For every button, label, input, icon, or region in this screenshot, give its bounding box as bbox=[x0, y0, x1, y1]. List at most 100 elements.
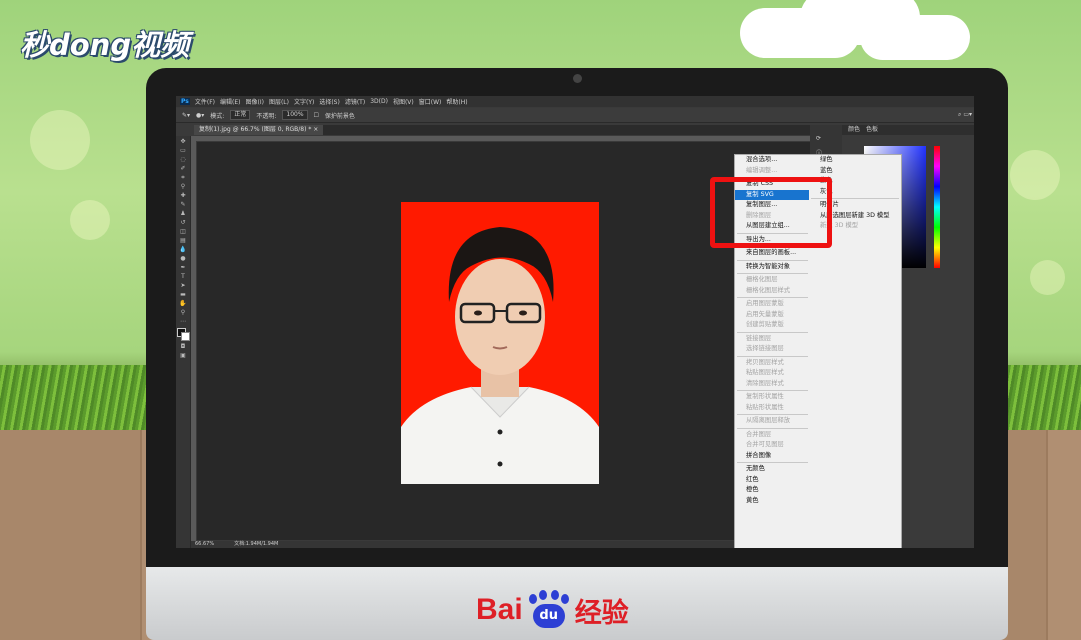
context-menu-item: 从隔离图层释放 bbox=[746, 417, 791, 424]
watermark-logo: 秒dong视频 bbox=[20, 28, 190, 62]
menu-separator bbox=[737, 414, 808, 415]
context-menu-item: 链接图层 bbox=[746, 334, 772, 342]
protect-label: 保护前景色 bbox=[324, 112, 355, 120]
context-menu-item: 创建剪贴蒙版 bbox=[746, 321, 784, 328]
menu-separator bbox=[737, 462, 808, 463]
document-size: 文档:1.94M/1.94M bbox=[234, 541, 279, 547]
menu-separator bbox=[737, 297, 808, 298]
menu-item[interactable]: 窗口(W) bbox=[419, 97, 442, 106]
quick-mask-icon[interactable]: ◘ bbox=[179, 343, 187, 350]
zoom-level[interactable]: 66.67% bbox=[195, 541, 214, 548]
context-menu-item: 启用图层蒙版 bbox=[746, 300, 784, 307]
logo-text-bai: Bai bbox=[476, 593, 523, 626]
logo-text-du: du bbox=[532, 604, 565, 628]
context-menu-item: 栅格化图层 bbox=[746, 276, 778, 283]
menu-separator bbox=[737, 259, 808, 261]
menu-separator bbox=[737, 273, 808, 274]
webcam bbox=[573, 74, 582, 83]
context-menu-item: 清除图层样式 bbox=[746, 379, 784, 387]
menu-item[interactable]: 视图(V) bbox=[393, 97, 414, 106]
portrait-photo[interactable] bbox=[401, 202, 599, 484]
context-menu-item[interactable]: 混合选项... bbox=[735, 155, 810, 166]
menu-item[interactable]: 帮助(H) bbox=[446, 97, 467, 106]
stamp-tool-icon[interactable]: ♟ bbox=[179, 210, 187, 217]
history-brush-icon[interactable]: ↺ bbox=[179, 219, 187, 226]
menu-item[interactable]: 图像(I) bbox=[246, 97, 264, 106]
search-icon[interactable]: ⌕ ▭▾ bbox=[958, 111, 972, 119]
horizontal-ruler bbox=[191, 136, 811, 141]
mode-select[interactable]: 正常 bbox=[230, 110, 251, 120]
context-menu-item[interactable]: 黄色 bbox=[735, 496, 810, 507]
photoshop-window: Ps 文件(F) 编辑(E) 图像(I) 图层(L) 文字(Y) 选择(S) 滤镜(T) 3D(… bbox=[176, 96, 974, 548]
context-menu-item: 选择链接图层 bbox=[746, 345, 784, 352]
context-menu-item[interactable]: 蓝色 bbox=[809, 166, 901, 177]
hand-tool-icon[interactable]: ✋ bbox=[179, 300, 187, 307]
context-menu-item: 粘贴形状属性 bbox=[746, 403, 784, 411]
context-menu-item[interactable]: 红色 bbox=[735, 475, 810, 486]
brush-tool-icon[interactable]: ✎▾ bbox=[182, 112, 190, 119]
history-panel-icon[interactable]: ⟳ bbox=[816, 135, 842, 142]
zoom-tool-icon[interactable]: ⚲ bbox=[179, 309, 187, 316]
context-menu-item[interactable]: 橙色 bbox=[735, 485, 810, 496]
more-tools-icon[interactable]: ⋯ bbox=[179, 318, 187, 325]
red-highlight-box bbox=[710, 177, 832, 248]
vertical-ruler bbox=[191, 141, 196, 541]
tab-color[interactable]: 颜色 bbox=[848, 125, 860, 135]
document-tab-label: 复制(1).jpg @ 66.7% (图层 0, RGB/8) * bbox=[199, 126, 312, 133]
tools-panel: ✥ ▭ ◌ ✐ ⌗ ⚲ ✚ ✎ ♟ ↺ ◫ ▤ 💧 ● ✒ T ➤ ▬ ✋ ⚲ … bbox=[176, 136, 191, 548]
menu-separator bbox=[737, 331, 808, 333]
document-tab[interactable]: 复制(1).jpg @ 66.7% (图层 0, RGB/8) * × bbox=[194, 125, 324, 135]
brush-size-icon[interactable]: ●▾ bbox=[196, 112, 204, 119]
paw-icon: du bbox=[527, 590, 571, 630]
menu-item[interactable]: 3D(D) bbox=[370, 98, 388, 105]
blur-tool-icon[interactable]: 💧 bbox=[179, 246, 187, 253]
healing-tool-icon[interactable]: ✚ bbox=[179, 192, 187, 199]
type-tool-icon[interactable]: T bbox=[179, 273, 187, 280]
ps-logo: Ps bbox=[180, 98, 190, 105]
menu-item[interactable]: 图层(L) bbox=[269, 97, 289, 106]
menu-item[interactable]: 滤镜(T) bbox=[345, 97, 365, 106]
context-menu-item[interactable]: 绿色 bbox=[809, 155, 901, 166]
menu-separator bbox=[737, 427, 808, 429]
screen-mode-icon[interactable]: ▣ bbox=[179, 352, 187, 359]
eraser-tool-icon[interactable]: ◫ bbox=[179, 228, 187, 235]
crop-tool-icon[interactable]: ⌗ bbox=[179, 174, 187, 181]
hue-slider[interactable] bbox=[934, 146, 940, 268]
context-menu-item[interactable]: 来自图层的画板... bbox=[735, 248, 810, 259]
mode-label: 模式: bbox=[210, 112, 225, 120]
gradient-tool-icon[interactable]: ▤ bbox=[179, 237, 187, 244]
brush-tool-icon[interactable]: ✎ bbox=[179, 201, 187, 208]
menu-item[interactable]: 文字(Y) bbox=[294, 97, 314, 106]
pen-tool-icon[interactable]: ✒ bbox=[179, 264, 187, 271]
dodge-tool-icon[interactable]: ● bbox=[179, 255, 187, 262]
context-menu-item: 拷贝图层样式 bbox=[746, 358, 784, 366]
close-icon[interactable]: × bbox=[313, 126, 318, 133]
context-menu-item[interactable]: 拼合图像 bbox=[735, 451, 810, 462]
move-tool-icon[interactable]: ✥ bbox=[179, 138, 187, 145]
context-menu-item: 启用矢量蒙版 bbox=[746, 310, 784, 318]
color-swatches[interactable] bbox=[177, 328, 190, 341]
lasso-tool-icon[interactable]: ◌ bbox=[179, 156, 187, 163]
status-bar: 66.67% 文档:1.94M/1.94M bbox=[191, 541, 815, 548]
menu-item[interactable]: 编辑(E) bbox=[220, 97, 240, 106]
menu-separator bbox=[737, 355, 808, 357]
menu-bar: Ps 文件(F) 编辑(E) 图像(I) 图层(L) 文字(Y) 选择(S) 滤镜(T) 3D(… bbox=[176, 96, 974, 107]
marquee-tool-icon[interactable]: ▭ bbox=[179, 147, 187, 154]
protect-checkbox[interactable]: ☐ bbox=[314, 112, 319, 119]
tab-swatches[interactable]: 色板 bbox=[866, 125, 878, 135]
eyedropper-tool-icon[interactable]: ⚲ bbox=[179, 183, 187, 190]
opacity-label: 不透明: bbox=[256, 112, 277, 120]
menu-item[interactable]: 选择(S) bbox=[319, 97, 340, 106]
shape-tool-icon[interactable]: ▬ bbox=[179, 291, 187, 298]
quick-select-tool-icon[interactable]: ✐ bbox=[179, 165, 187, 172]
context-menu-item[interactable]: 转换为智能对象 bbox=[735, 262, 810, 273]
menu-item[interactable]: 文件(F) bbox=[195, 97, 215, 106]
context-menu-item: 合并可见图层 bbox=[746, 441, 784, 448]
path-select-icon[interactable]: ➤ bbox=[179, 282, 187, 289]
context-menu-item: 粘贴图层样式 bbox=[746, 369, 784, 376]
options-bar: ✎▾ ●▾ 模式: 正常 不透明: 100% ☐ 保护前景色 ⌕ ▭▾ bbox=[176, 108, 974, 123]
opacity-input[interactable]: 100% bbox=[282, 110, 308, 120]
document-tab-bar: 复制(1).jpg @ 66.7% (图层 0, RGB/8) * × bbox=[194, 125, 810, 135]
context-menu-item[interactable]: 无颜色 bbox=[735, 464, 810, 475]
menu-separator bbox=[737, 390, 808, 391]
